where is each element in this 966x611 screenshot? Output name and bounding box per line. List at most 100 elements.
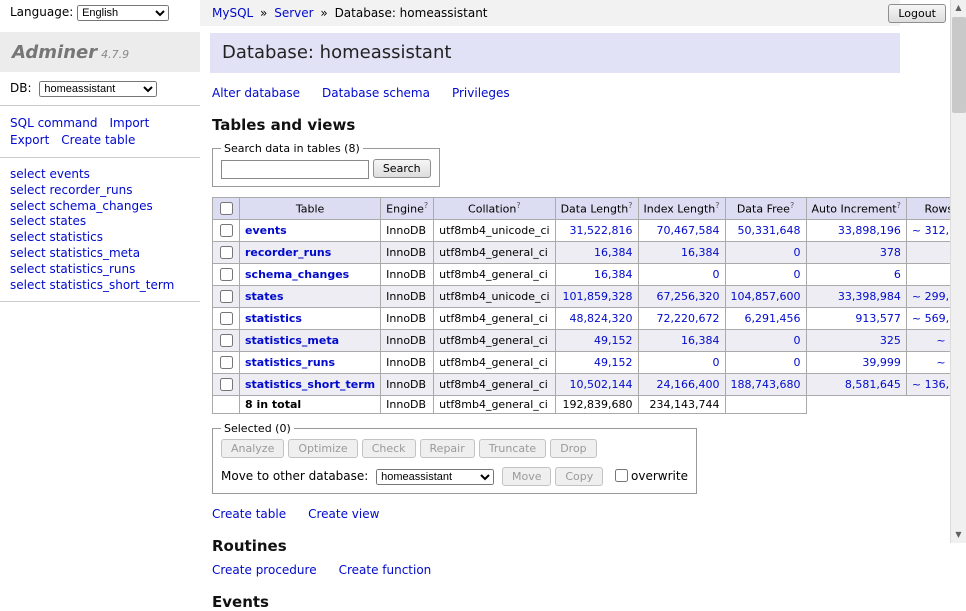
column-header: Table: [240, 197, 381, 219]
page-title: Database: homeassistant: [210, 33, 900, 73]
overwrite-option: overwrite: [611, 469, 688, 483]
scrollbar-thumb[interactable]: [952, 17, 966, 113]
index-length-link[interactable]: 24,166,400: [657, 378, 720, 391]
index-length-link[interactable]: 67,256,320: [657, 290, 720, 303]
data-length-link[interactable]: 16,384: [594, 268, 633, 281]
auto-increment-link[interactable]: 8,581,645: [845, 378, 901, 391]
sidebar-table-link[interactable]: select recorder_runs: [10, 183, 192, 199]
data-free-link[interactable]: 0: [794, 268, 801, 281]
sidebar-table-link[interactable]: select schema_changes: [10, 199, 192, 215]
table-name-link[interactable]: schema_changes: [245, 268, 349, 281]
data-free-link[interactable]: 0: [794, 334, 801, 347]
language-select[interactable]: English: [77, 5, 169, 21]
table-row: states InnoDB utf8mb4_unicode_ci 101,859…: [213, 285, 966, 307]
data-length-link[interactable]: 16,384: [594, 246, 633, 259]
create-link[interactable]: Create table: [212, 507, 286, 521]
header-checkbox-cell: [213, 197, 240, 219]
db-action-link[interactable]: Database schema: [322, 86, 430, 100]
row-checkbox[interactable]: [220, 290, 233, 303]
index-length-link[interactable]: 72,220,672: [657, 312, 720, 325]
auto-increment-link[interactable]: 33,398,984: [838, 290, 901, 303]
row-checkbox[interactable]: [220, 246, 233, 259]
sidebar-table-link[interactable]: select statistics_meta: [10, 246, 192, 262]
data-length-link[interactable]: 49,152: [594, 356, 633, 369]
auto-increment-link[interactable]: 325: [880, 334, 901, 347]
data-free-link[interactable]: 0: [794, 356, 801, 369]
row-checkbox[interactable]: [220, 334, 233, 347]
data-length-link[interactable]: 31,522,816: [570, 224, 633, 237]
table-row: events InnoDB utf8mb4_unicode_ci 31,522,…: [213, 219, 966, 241]
db-select[interactable]: homeassistant: [39, 81, 157, 97]
vertical-scrollbar[interactable]: ▲ ▼: [950, 0, 966, 543]
auto-increment-link[interactable]: 39,999: [862, 356, 901, 369]
table-name-link[interactable]: recorder_runs: [245, 246, 331, 259]
table-name-link[interactable]: states: [245, 290, 284, 303]
sidebar-table-link[interactable]: select statistics: [10, 230, 192, 246]
table-name-link[interactable]: statistics_short_term: [245, 378, 375, 391]
row-checkbox[interactable]: [220, 268, 233, 281]
total-data-free: [725, 395, 806, 413]
selected-action-button: Truncate: [479, 439, 546, 458]
table-name-link[interactable]: statistics: [245, 312, 302, 325]
index-length-link[interactable]: 16,384: [681, 334, 720, 347]
auto-increment-link[interactable]: 33,898,196: [838, 224, 901, 237]
sidebar-table-link[interactable]: select events: [10, 167, 192, 183]
table-name-link[interactable]: statistics_runs: [245, 356, 335, 369]
selected-action-button: Repair: [420, 439, 475, 458]
tables-list: TableEngine?Collation?Data Length?Index …: [212, 197, 966, 414]
logout-button[interactable]: Logout: [888, 4, 946, 23]
app-name: Adminer: [12, 42, 97, 63]
table-row: statistics_meta InnoDB utf8mb4_general_c…: [213, 329, 966, 351]
db-action-link[interactable]: Privileges: [452, 86, 510, 100]
auto-increment-link[interactable]: 378: [880, 246, 901, 259]
sidebar-action-link[interactable]: Import: [109, 115, 149, 132]
routine-link[interactable]: Create procedure: [212, 563, 317, 577]
sidebar-action-link[interactable]: Create table: [61, 132, 135, 149]
sidebar-action-link[interactable]: Export: [10, 132, 49, 149]
sidebar-action-link[interactable]: SQL command: [10, 115, 97, 132]
create-link[interactable]: Create view: [308, 507, 379, 521]
data-free-link[interactable]: 188,743,680: [731, 378, 801, 391]
row-checkbox[interactable]: [220, 378, 233, 391]
collation-cell: utf8mb4_general_ci: [434, 307, 555, 329]
data-length-link[interactable]: 49,152: [594, 334, 633, 347]
data-free-link[interactable]: 6,291,456: [745, 312, 801, 325]
index-length-link[interactable]: 0: [713, 356, 720, 369]
engine-cell: InnoDB: [381, 307, 434, 329]
data-free-link[interactable]: 0: [794, 246, 801, 259]
table-name-link[interactable]: statistics_meta: [245, 334, 339, 347]
data-free-link[interactable]: 104,857,600: [731, 290, 801, 303]
sidebar-table-link[interactable]: select statistics_runs: [10, 262, 192, 278]
data-length-link[interactable]: 101,859,328: [563, 290, 633, 303]
table-name-link[interactable]: events: [245, 224, 287, 237]
row-checkbox[interactable]: [220, 356, 233, 369]
scroll-down-arrow[interactable]: ▼: [951, 527, 966, 543]
routine-link[interactable]: Create function: [339, 563, 432, 577]
auto-increment-link[interactable]: 913,577: [855, 312, 901, 325]
move-db-select[interactable]: homeassistant: [376, 469, 494, 485]
breadcrumb-server-link[interactable]: Server: [274, 6, 313, 20]
sidebar-table-link[interactable]: select statistics_short_term: [10, 278, 192, 294]
data-length-link[interactable]: 10,502,144: [570, 378, 633, 391]
breadcrumb-current: Database: homeassistant: [335, 6, 488, 20]
breadcrumb-mysql-link[interactable]: MySQL: [212, 6, 253, 20]
row-checkbox[interactable]: [220, 224, 233, 237]
search-button[interactable]: Search: [373, 159, 431, 178]
select-all-checkbox[interactable]: [220, 202, 233, 215]
data-length-link[interactable]: 48,824,320: [570, 312, 633, 325]
overwrite-checkbox[interactable]: [615, 469, 628, 482]
sidebar-table-link[interactable]: select states: [10, 214, 192, 230]
selected-action-button: Optimize: [288, 439, 357, 458]
row-checkbox[interactable]: [220, 312, 233, 325]
index-length-link[interactable]: 0: [713, 268, 720, 281]
db-action-link[interactable]: Alter database: [212, 86, 300, 100]
collation-cell: utf8mb4_general_ci: [434, 263, 555, 285]
index-length-link[interactable]: 16,384: [681, 246, 720, 259]
app-title: Adminer4.7.9: [0, 32, 200, 72]
data-free-link[interactable]: 50,331,648: [738, 224, 801, 237]
scroll-up-arrow[interactable]: ▲: [951, 0, 966, 16]
search-input[interactable]: [221, 160, 369, 179]
auto-increment-link[interactable]: 6: [894, 268, 901, 281]
index-length-link[interactable]: 70,467,584: [657, 224, 720, 237]
column-header: Data Free?: [725, 197, 806, 219]
